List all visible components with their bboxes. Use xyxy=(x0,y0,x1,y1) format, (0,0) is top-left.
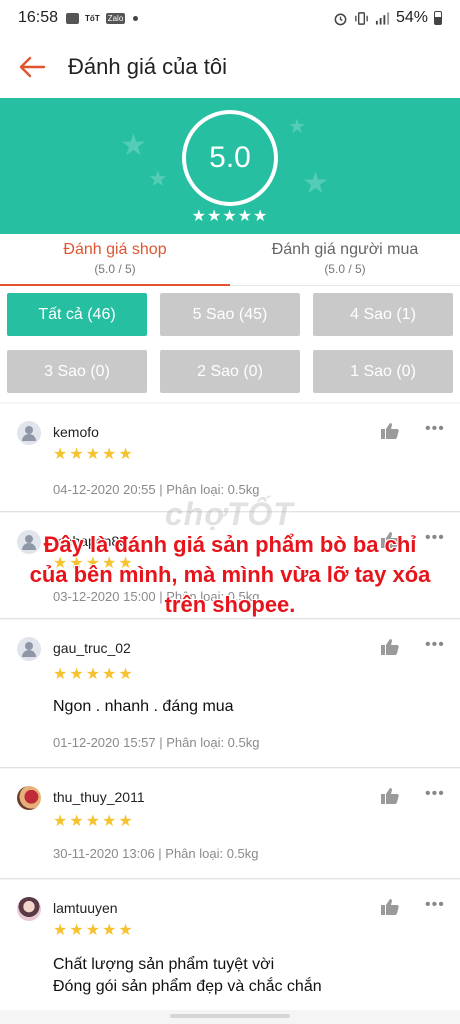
review-item: lamtuuyen ••• ★★★★★ Chất lượng sản phẩm … xyxy=(0,880,460,1010)
home-indicator xyxy=(170,1014,290,1018)
review-username: thu_thuy_2011 xyxy=(53,789,145,805)
zalo-icon: Zalo xyxy=(105,12,126,24)
rating-summary: ★ ★ ★ ★ 5.0 ★★★★★ xyxy=(0,98,460,234)
tab-label: Đánh giá người mua xyxy=(271,241,419,258)
filter-all-button[interactable]: Tất cả (46) xyxy=(7,293,147,336)
filter-1-star-button[interactable]: 1 Sao (0) xyxy=(313,350,453,393)
status-bar: 16:58 TốT Zalo 54% xyxy=(0,0,460,36)
score-circle: 5.0 xyxy=(182,110,278,206)
avatar xyxy=(17,897,41,921)
review-stars: ★★★★★ xyxy=(53,446,135,463)
review-stars: ★★★★★ xyxy=(53,666,135,683)
tab-label: Đánh giá shop xyxy=(63,241,167,258)
watermark: chợTỐT xyxy=(165,496,294,532)
overlay-caption: Đây là đánh giá sản phẩm bò ba chỉ của b… xyxy=(0,530,460,620)
battery-icon xyxy=(434,11,442,25)
back-button[interactable] xyxy=(0,36,64,98)
rating-tabs: Đánh giá shop (5.0 / 5) Đánh giá người m… xyxy=(0,234,460,286)
review-item: thu_thuy_2011 ••• ★★★★★ 30-11-2020 13:06… xyxy=(0,769,460,879)
review-meta: 01-12-2020 15:57 | Phân loại: 0.5kg xyxy=(53,735,260,750)
overlay-line-3: trên shopee. xyxy=(164,592,296,617)
more-options-icon[interactable]: ••• xyxy=(425,420,445,438)
more-options-icon[interactable]: ••• xyxy=(425,636,445,654)
filter-5-star-button[interactable]: 5 Sao (45) xyxy=(160,293,300,336)
thumbs-up-icon[interactable] xyxy=(380,422,400,440)
tab-buyer-rating[interactable]: Đánh giá người mua (5.0 / 5) xyxy=(230,234,460,285)
review-text: Chất lượng sản phẩm tuyệt vời xyxy=(53,956,275,973)
review-item: gau_truc_02 ••• ★★★★★ Ngon . nhanh . đán… xyxy=(0,620,460,768)
avatar xyxy=(17,421,41,445)
thumbs-up-icon[interactable] xyxy=(380,787,400,805)
tab-shop-rating[interactable]: Đánh giá shop (5.0 / 5) xyxy=(0,234,230,286)
status-time: 16:58 xyxy=(18,9,59,26)
alarm-icon xyxy=(334,13,347,25)
vibrate-icon xyxy=(355,11,368,25)
overlay-line-1: Đây là đánh giá sản phẩm bò ba chỉ xyxy=(43,532,417,557)
page-title: Đánh giá của tôi xyxy=(68,54,227,79)
more-options-icon[interactable]: ••• xyxy=(425,896,445,914)
more-options-icon[interactable]: ••• xyxy=(425,785,445,803)
arrow-left-icon xyxy=(19,56,46,78)
battery-percent: 54% xyxy=(395,9,428,26)
notification-dot-icon xyxy=(133,15,139,21)
decor-star-icon: ★ xyxy=(288,116,306,138)
thumbs-up-icon[interactable] xyxy=(380,898,400,916)
star-filters: Tất cả (46) 5 Sao (45) 4 Sao (1) 3 Sao (… xyxy=(0,286,460,402)
review-text: Ngon . nhanh . đáng mua xyxy=(53,698,234,715)
decor-star-icon: ★ xyxy=(302,167,329,200)
review-stars: ★★★★★ xyxy=(53,922,135,939)
avatar xyxy=(17,637,41,661)
summary-stars: ★★★★★ xyxy=(191,208,269,225)
decor-star-icon: ★ xyxy=(148,166,168,191)
filter-4-star-button[interactable]: 4 Sao (1) xyxy=(313,293,453,336)
filter-2-star-button[interactable]: 2 Sao (0) xyxy=(160,350,300,393)
filter-3-star-button[interactable]: 3 Sao (0) xyxy=(7,350,147,393)
thumbs-up-icon[interactable] xyxy=(380,638,400,656)
review-username: lamtuuyen xyxy=(53,900,118,916)
avatar xyxy=(17,786,41,810)
review-text-line-2: Đóng gói sản phẩm đẹp và chắc chắn xyxy=(53,978,322,995)
signal-icon xyxy=(375,12,390,25)
review-meta: 30-11-2020 13:06 | Phân loại: 0.5kg xyxy=(53,846,259,861)
review-username: gau_truc_02 xyxy=(53,640,131,656)
review-stars: ★★★★★ xyxy=(53,813,135,830)
tot-icon: TốT xyxy=(85,13,100,23)
tab-sub-label: (5.0 / 5) xyxy=(94,262,136,276)
tab-sub-label: (5.0 / 5) xyxy=(324,262,366,276)
app-bar: Đánh giá của tôi xyxy=(0,36,460,98)
overlay-line-2: của bên mình, mà mình vừa lỡ tay xóa xyxy=(29,562,431,587)
review-username: kemofo xyxy=(53,424,99,440)
decor-star-icon: ★ xyxy=(120,129,147,162)
youtube-icon xyxy=(66,12,80,24)
review-meta: 04-12-2020 20:55 | Phân loại: 0.5kg xyxy=(53,482,260,497)
